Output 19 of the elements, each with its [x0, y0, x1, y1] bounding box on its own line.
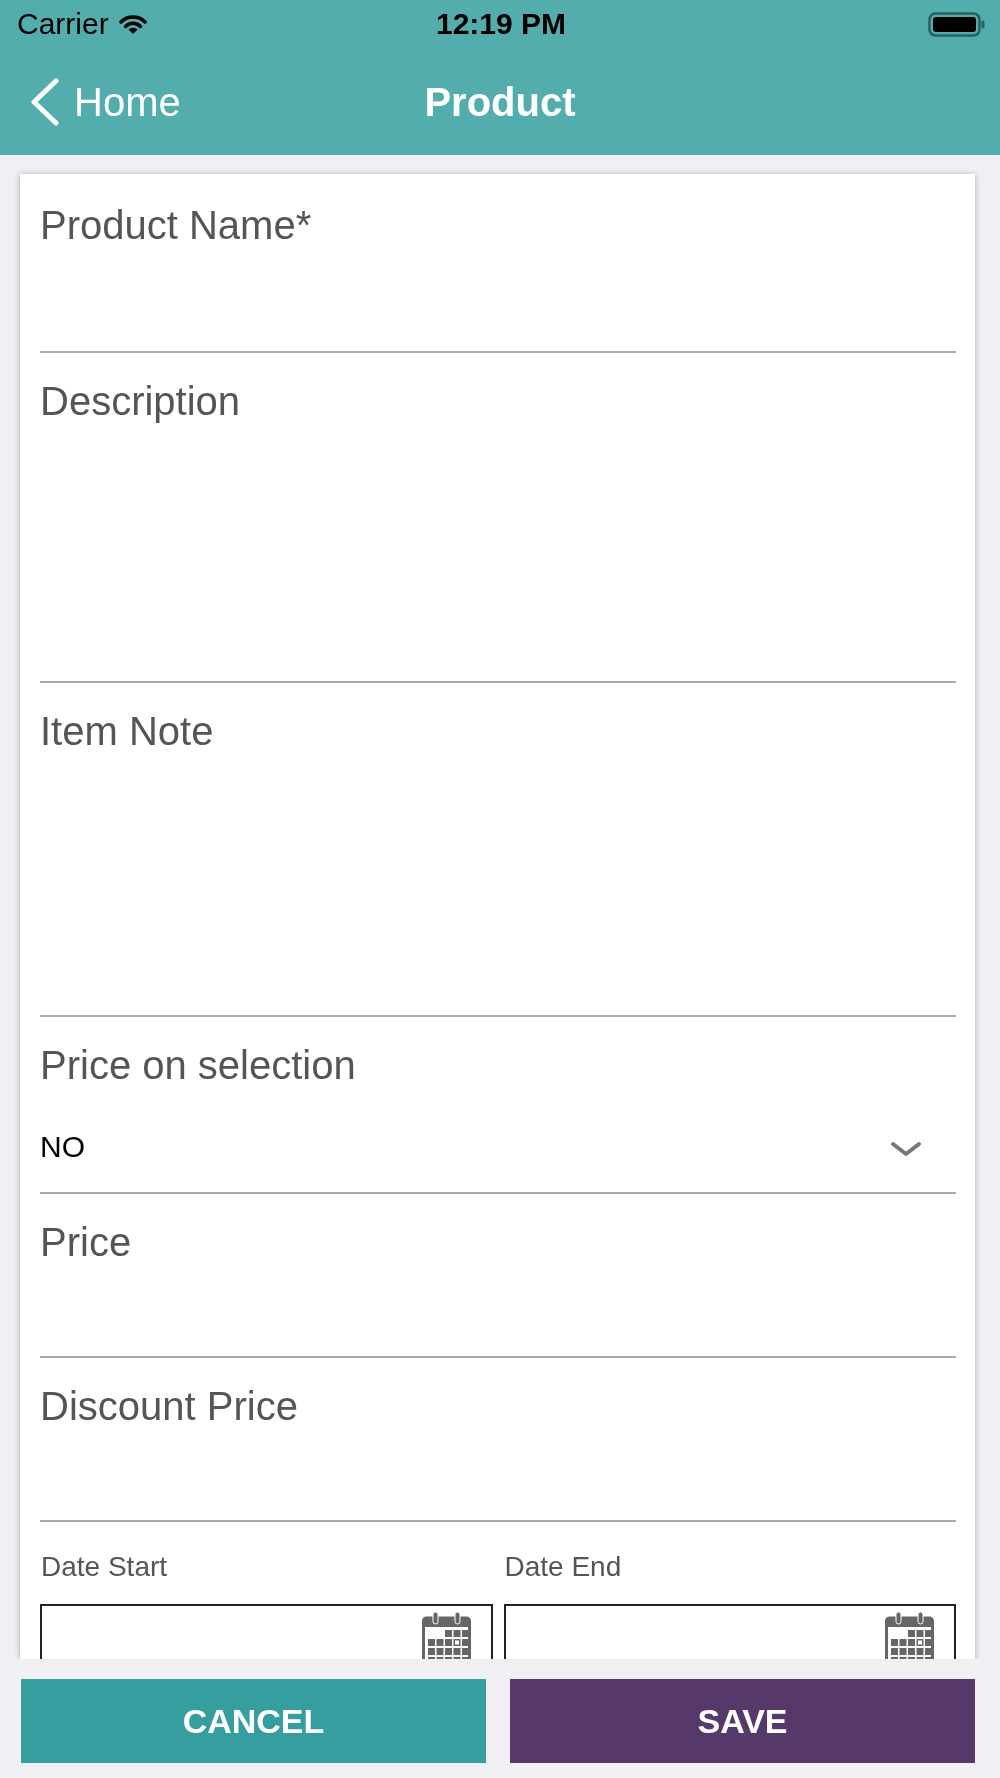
page-title: Product — [424, 78, 576, 126]
field-label: Description — [40, 379, 241, 423]
status-time: 12:19 PM — [435, 7, 567, 41]
field-label: Date End — [504, 1550, 622, 1584]
calendar-icon[interactable] — [421, 1612, 471, 1659]
field-label: Date Start — [41, 1550, 168, 1584]
dropdown[interactable]: NO — [40, 1089, 956, 1194]
calendar-icon[interactable] — [885, 1612, 934, 1659]
field-label: Discount Price — [40, 1384, 298, 1428]
save-button[interactable]: SAVE — [510, 1679, 975, 1763]
battery-icon — [928, 11, 985, 37]
carrier-name: Carrier — [17, 7, 109, 41]
wifi-icon — [118, 13, 147, 35]
field-label: Price — [40, 1220, 132, 1264]
field-label: Product Name* — [40, 203, 312, 247]
field-label: Price on selection — [40, 1043, 356, 1087]
field-label: Item Note — [40, 709, 214, 753]
chevron-left-icon — [30, 77, 60, 126]
chevron-down-icon — [890, 1141, 922, 1157]
